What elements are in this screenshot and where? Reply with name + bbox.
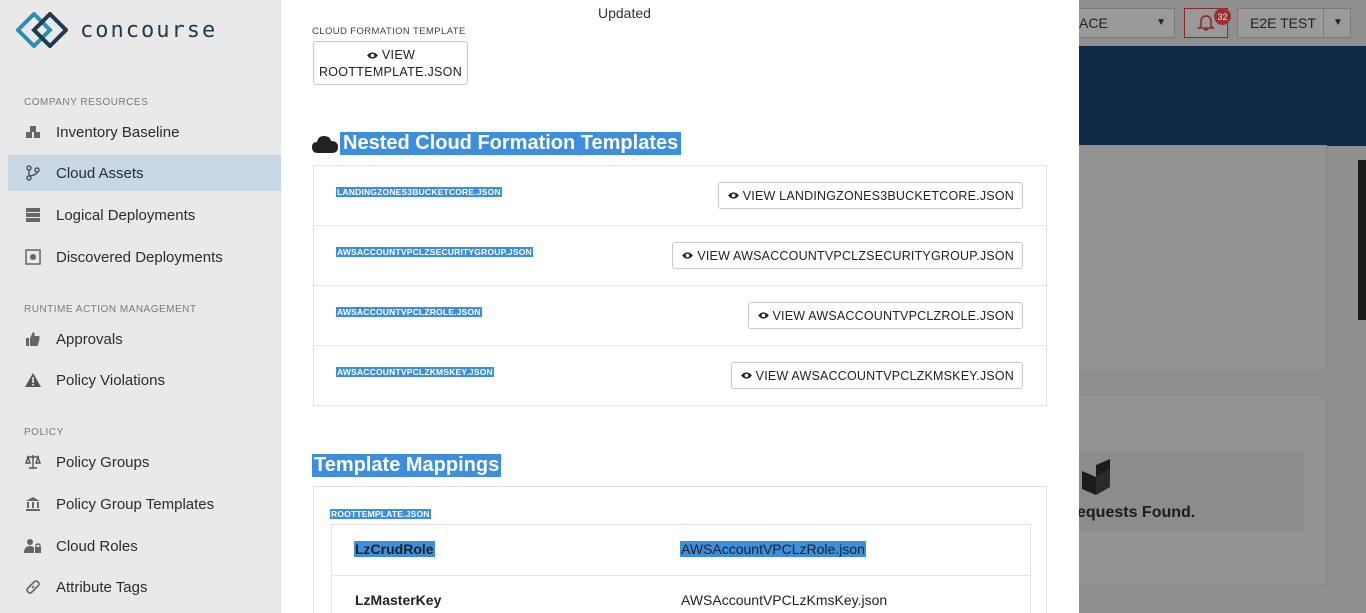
view-button-label: VIEW AWSACCOUNTVPCLZKMSKEY.JSON <box>755 368 1014 383</box>
scale-icon <box>24 453 42 471</box>
eye-icon <box>740 372 752 379</box>
cloud-icon <box>312 135 338 153</box>
sidebar-item-label: Logical Deployments <box>56 206 196 224</box>
thumbs-up-icon <box>24 330 42 348</box>
view-root-line1: VIEW <box>381 48 416 62</box>
updated-label: Updated <box>598 5 651 21</box>
divider <box>1323 9 1324 37</box>
concourse-logo-icon <box>16 12 68 48</box>
sidebar-item-label: Cloud Assets <box>56 164 144 182</box>
template-details-modal: Updated CLOUD FORMATION TEMPLATE VIEW RO… <box>281 0 1079 613</box>
list-item: AWSACCOUNTVPCLZROLE.JSON VIEW AWSACCOUNT… <box>314 286 1046 346</box>
nested-template-name: AWSACCOUNTVPCLZKMSKEY.JSON <box>336 367 494 377</box>
eye-icon <box>757 312 769 319</box>
template-mappings-panel: ROOTTEMPLATE.JSON LzCrudRole AWSAccountV… <box>313 486 1047 613</box>
table-row: LzMasterKey AWSAccountVPCLzKmsKey.json <box>332 576 1030 613</box>
user-lock-icon <box>24 537 42 555</box>
scrollbar[interactable] <box>1358 160 1366 320</box>
nested-templates-title: Nested Cloud Formation Templates <box>340 132 682 155</box>
nested-templates-heading: Nested Cloud Formation Templates <box>312 132 682 155</box>
mapping-value: AWSAccountVPCLzKmsKey.json <box>681 592 888 608</box>
sidebar-item-policy-violations[interactable]: Policy Violations <box>8 362 281 398</box>
nested-template-name: AWSACCOUNTVPCLZSECURITYGROUP.JSON <box>336 247 533 257</box>
view-button-label: VIEW AWSACCOUNTVPCLZROLE.JSON <box>772 308 1014 323</box>
mappings-table: LzCrudRole AWSAccountVPCLzRole.json LzMa… <box>331 524 1031 613</box>
sidebar-item-policy-group-templates[interactable]: Policy Group Templates <box>8 486 281 522</box>
user-menu-button[interactable]: E2E TEST ▼ <box>1237 8 1351 38</box>
eye-icon <box>682 252 694 259</box>
mapping-value: AWSAccountVPCLzRole.json <box>680 541 866 557</box>
view-root-line2: ROOTTEMPLATE.JSON <box>318 65 463 79</box>
chevron-down-icon: ▼ <box>1156 17 1166 28</box>
sidebar-item-label: Policy Group Templates <box>56 495 215 513</box>
section-runtime-action-management: RUNTIME ACTION MANAGEMENT <box>24 304 197 315</box>
sidebar-item-cloud-assets[interactable]: Cloud Assets <box>8 155 281 191</box>
eye-icon <box>727 192 739 199</box>
list-item: AWSACCOUNTVPCLZKMSKEY.JSON VIEW AWSACCOU… <box>314 346 1046 406</box>
workspace-select[interactable]: ACE ▼ <box>1079 8 1175 38</box>
table-row: LzCrudRole AWSAccountVPCLzRole.json <box>332 525 1030 576</box>
warning-icon <box>24 371 42 389</box>
nested-templates-list: LANDINGZONES3BUCKETCORE.JSON VIEW LANDIN… <box>313 165 1047 406</box>
mapping-key: LzMasterKey <box>355 592 442 608</box>
list-item: LANDINGZONES3BUCKETCORE.JSON VIEW LANDIN… <box>314 166 1046 226</box>
chevron-down-icon[interactable]: ▼ <box>1333 17 1343 28</box>
sidebar-item-label: Cloud Roles <box>56 537 138 555</box>
notification-count-badge: 32 <box>1214 8 1231 25</box>
view-button-label: VIEW LANDINGZONES3BUCKETCORE.JSON <box>742 188 1014 203</box>
template-mappings-title: Template Mappings <box>312 454 502 477</box>
boxes-icon <box>24 123 42 141</box>
user-menu-label: E2E TEST <box>1250 15 1316 31</box>
sidebar-item-label: Discovered Deployments <box>56 248 223 266</box>
sidebar-item-policy-groups[interactable]: Policy Groups <box>8 444 281 480</box>
sidebar-item-label: Attribute Tags <box>56 578 148 596</box>
cloud-formation-template-label: CLOUD FORMATION TEMPLATE <box>312 26 466 37</box>
view-nested-template-button[interactable]: VIEW AWSACCOUNTVPCLZSECURITYGROUP.JSON <box>672 242 1023 269</box>
sidebar-item-label: Inventory Baseline <box>56 123 180 141</box>
workspace-select-value: ACE <box>1079 15 1108 31</box>
nested-template-name: LANDINGZONES3BUCKETCORE.JSON <box>336 187 502 197</box>
nested-template-name: AWSACCOUNTVPCLZROLE.JSON <box>336 307 482 317</box>
scan-icon <box>24 248 42 266</box>
sidebar-item-approvals[interactable]: Approvals <box>8 321 281 357</box>
list-item: AWSACCOUNTVPCLZSECURITYGROUP.JSON VIEW A… <box>314 226 1046 286</box>
mapping-root-label: ROOTTEMPLATE.JSON <box>330 509 431 519</box>
section-policy: POLICY <box>24 427 64 438</box>
link-icon <box>24 578 42 596</box>
mapping-key: LzCrudRole <box>354 541 435 557</box>
sidebar-item-cloud-roles[interactable]: Cloud Roles <box>8 528 281 564</box>
view-button-label: VIEW AWSACCOUNTVPCLZSECURITYGROUP.JSON <box>697 248 1014 263</box>
sidebar-item-attribute-tags[interactable]: Attribute Tags <box>8 569 281 605</box>
view-nested-template-button[interactable]: VIEW AWSACCOUNTVPCLZKMSKEY.JSON <box>730 362 1023 389</box>
empty-state-text: equests Found. <box>1077 504 1196 521</box>
app-name: concourse <box>80 17 218 43</box>
sidebar: concourse COMPANY RESOURCES Inventory Ba… <box>0 0 281 613</box>
page-banner <box>1079 46 1366 146</box>
bank-icon <box>24 495 42 513</box>
sidebar-item-label: Policy Violations <box>56 371 165 389</box>
view-nested-template-button[interactable]: VIEW LANDINGZONES3BUCKETCORE.JSON <box>717 182 1023 209</box>
open-box-icon <box>1082 459 1110 495</box>
bell-icon <box>1197 15 1215 31</box>
branch-icon <box>24 164 42 182</box>
sidebar-item-label: Policy Groups <box>56 453 150 471</box>
app-logo[interactable]: concourse <box>16 12 217 48</box>
sidebar-item-discovered-deployments[interactable]: Discovered Deployments <box>8 239 281 275</box>
view-nested-template-button[interactable]: VIEW AWSACCOUNTVPCLZROLE.JSON <box>747 302 1023 329</box>
section-company-resources: COMPANY RESOURCES <box>24 97 149 108</box>
background-card <box>1079 145 1327 371</box>
sidebar-item-logical-deployments[interactable]: Logical Deployments <box>8 197 281 233</box>
sidebar-item-inventory-baseline[interactable]: Inventory Baseline <box>8 114 281 150</box>
sidebar-item-label: Approvals <box>56 330 123 348</box>
server-icon <box>24 206 42 224</box>
eye-icon <box>367 52 378 59</box>
view-root-template-button[interactable]: VIEW ROOTTEMPLATE.JSON <box>313 41 468 85</box>
